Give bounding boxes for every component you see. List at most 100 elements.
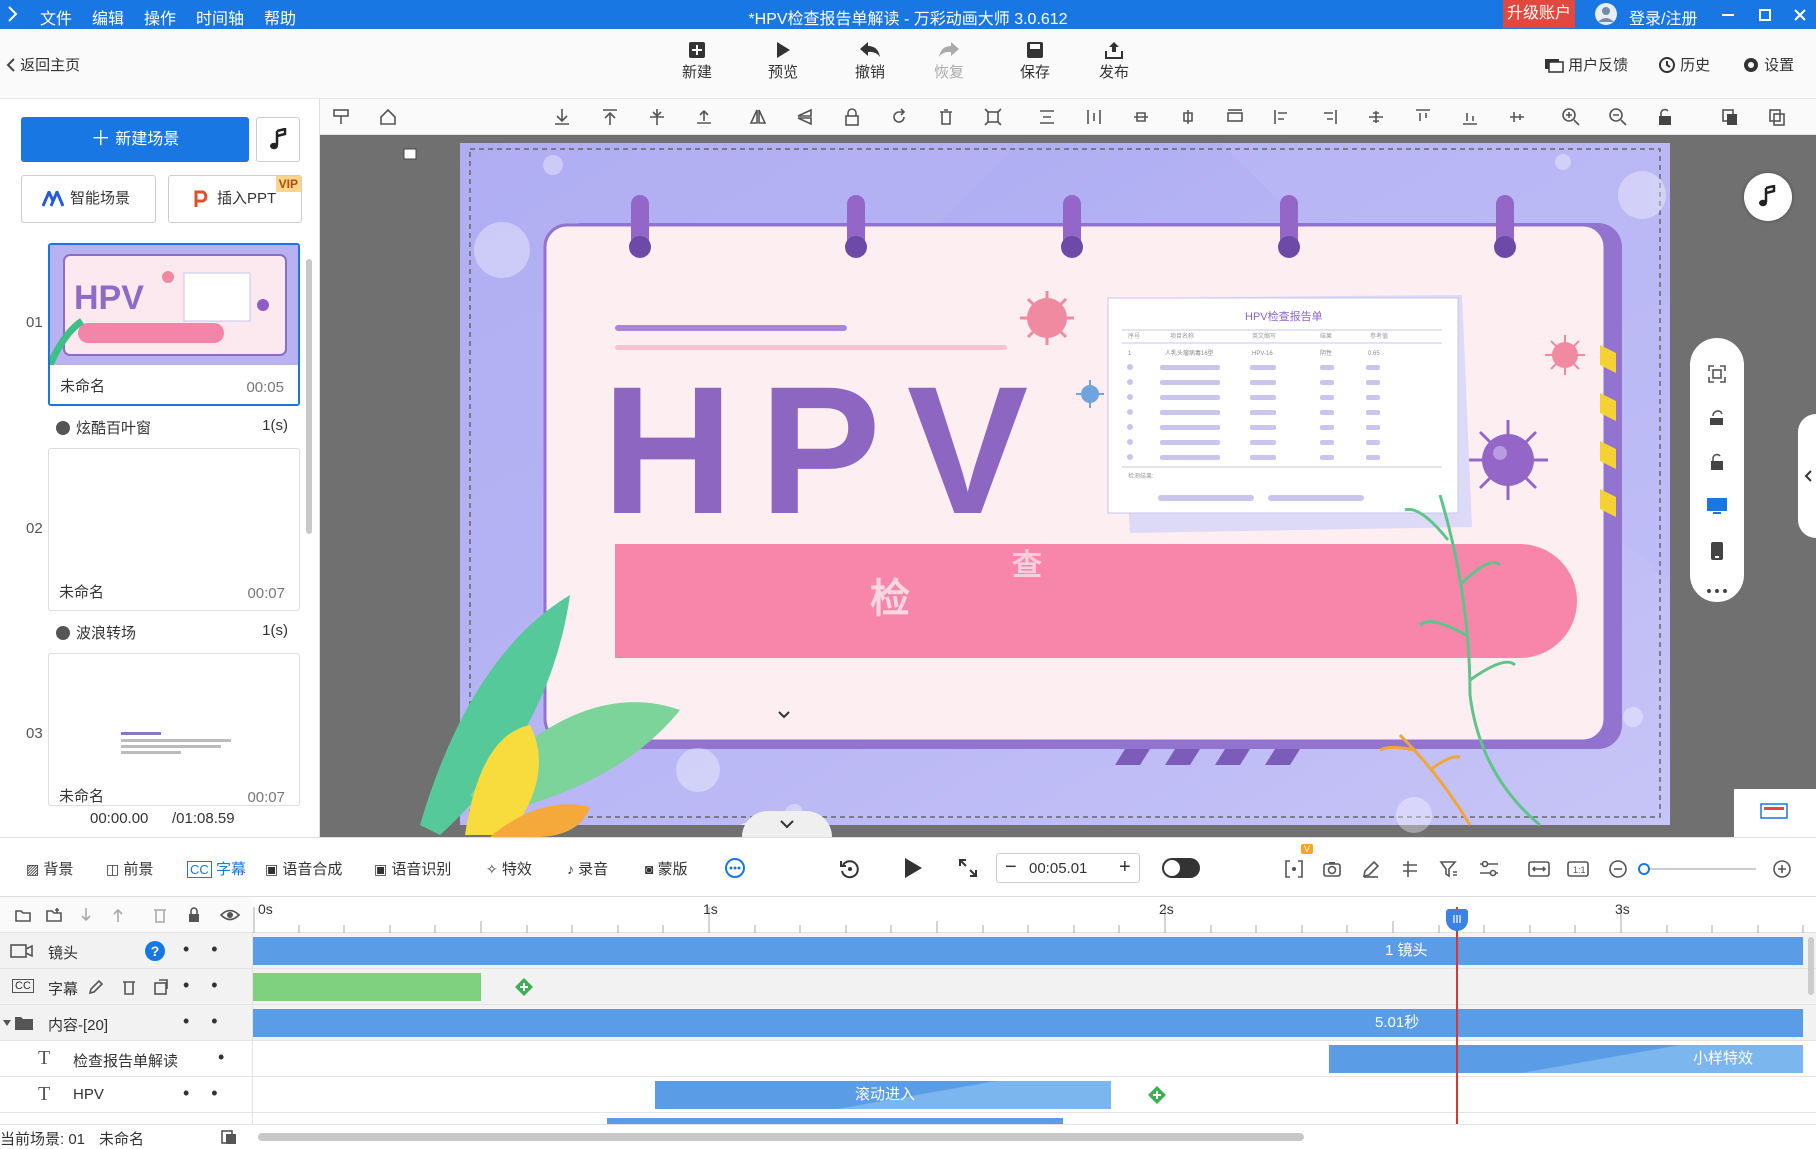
content-bar[interactable]: 5.01秒 — [253, 1009, 1803, 1037]
canvas-subtitle-bar[interactable] — [615, 544, 1577, 658]
align-left-icon[interactable] — [1272, 107, 1292, 127]
paste-icon[interactable] — [1767, 107, 1787, 127]
insert-ppt-button[interactable]: 插入PPT VIP — [168, 175, 302, 223]
align-up-icon[interactable] — [694, 107, 714, 127]
scene-card-03[interactable]: 未命名 00:07 — [48, 653, 300, 806]
align-h-center-icon[interactable] — [1366, 107, 1386, 127]
track-report-text[interactable]: T 检查报告单解读 • 小样特效 — [0, 1041, 1816, 1077]
current-time-input[interactable]: 00:05.01 — [1029, 860, 1087, 877]
filter-icon[interactable] — [1439, 859, 1459, 879]
delete-track-icon[interactable] — [151, 906, 169, 924]
settings-link[interactable]: 设置 — [1742, 54, 1794, 75]
flip-vertical-icon[interactable] — [795, 107, 815, 127]
stage[interactable]: HPV 检 查 HPV检查报告单 序号 项目名称 英文缩写 结果 参考值 1 人… — [320, 135, 1816, 837]
zoom-in-timeline-icon[interactable] — [1772, 859, 1792, 879]
report-card[interactable]: HPV检查报告单 序号 项目名称 英文缩写 结果 参考值 1 人乳头瘤病毒16型… — [1107, 295, 1472, 533]
more-icon[interactable] — [1706, 588, 1728, 594]
track-content-group[interactable]: 内容-[20] •• 5.01秒 — [0, 1005, 1816, 1041]
flip-horizontal-icon[interactable] — [748, 107, 768, 127]
edit-subtitle-icon[interactable] — [88, 979, 104, 995]
add-music-button[interactable] — [256, 117, 300, 162]
adjust-icon[interactable] — [1478, 859, 1500, 879]
rotate-icon[interactable] — [889, 107, 909, 127]
track-options-dots[interactable]: •• — [183, 1011, 240, 1032]
transition-item-2[interactable]: 波浪转场 1(s) — [56, 622, 296, 643]
subtitle-bar[interactable] — [253, 973, 481, 1001]
bgm-float-button[interactable] — [1744, 173, 1792, 221]
crop-icon[interactable] — [983, 107, 1003, 127]
replay-icon[interactable] — [838, 857, 862, 881]
fit-timeline-icon[interactable] — [1284, 859, 1304, 879]
increase-time-button[interactable]: + — [1119, 856, 1131, 879]
camera-icon[interactable] — [1322, 859, 1342, 879]
align-top-icon[interactable] — [600, 107, 620, 127]
foreground-tab[interactable]: ◫ 前景 — [106, 858, 153, 879]
track-subtitle[interactable]: CC 字幕 •• — [0, 969, 1816, 1005]
close-icon[interactable] — [1792, 7, 1808, 23]
sidebar-scrollbar[interactable] — [306, 259, 312, 534]
snap-toggle[interactable] — [1162, 858, 1200, 878]
playhead-line[interactable] — [1456, 907, 1458, 1149]
user-feedback-link[interactable]: 用户反馈 — [1544, 54, 1628, 75]
effects-tab[interactable]: ✧ 特效 — [486, 858, 532, 879]
undo-button[interactable]: 撤销 — [840, 41, 900, 82]
tts-tab[interactable]: ▣ 语音合成 — [265, 858, 342, 879]
lock-all-icon[interactable] — [185, 906, 203, 924]
track-options-dots[interactable]: •• — [183, 939, 240, 960]
zoom-out-icon[interactable] — [1608, 107, 1628, 127]
unlock-icon[interactable] — [1707, 452, 1727, 472]
same-width-icon[interactable] — [1225, 107, 1245, 127]
align-right-icon[interactable] — [1319, 107, 1339, 127]
zoom-out-timeline-icon[interactable] — [1608, 859, 1628, 879]
more-options-icon[interactable] — [724, 857, 746, 879]
mobile-display-icon[interactable] — [1708, 541, 1726, 561]
add-folder-icon[interactable] — [45, 906, 63, 924]
upgrade-account-button[interactable]: 升级账户 — [1503, 0, 1575, 28]
report-effect-bar[interactable]: 小样特效 — [1329, 1045, 1803, 1073]
mask-tab[interactable]: ◙ 蒙版 — [645, 858, 688, 879]
zoom-in-icon[interactable] — [1561, 107, 1581, 127]
distribute-v-icon[interactable] — [1084, 107, 1104, 127]
delete-icon[interactable] — [936, 107, 956, 127]
right-panel-toggle[interactable] — [1798, 414, 1816, 538]
add-keyframe-icon[interactable] — [514, 977, 534, 997]
delete-subtitle-icon[interactable] — [121, 979, 137, 995]
speech-recognition-tab[interactable]: ▣ 语音识别 — [374, 858, 451, 879]
rotate-object-icon[interactable] — [1707, 408, 1727, 428]
scene-list-icon[interactable] — [221, 1129, 237, 1145]
move-up-icon[interactable] — [109, 906, 127, 924]
zoom-slider[interactable] — [1638, 863, 1756, 875]
track-options-dots[interactable]: • — [218, 1047, 246, 1068]
playhead-handle[interactable] — [1446, 909, 1468, 931]
split-icon[interactable] — [1400, 859, 1420, 879]
canvas-title-hpv[interactable]: HPV — [602, 348, 1054, 552]
copy-icon[interactable] — [1720, 107, 1740, 127]
scene-card-02[interactable]: 未命名 00:07 — [48, 448, 300, 611]
timeline-v-scrollbar[interactable] — [1808, 937, 1814, 995]
publish-button[interactable]: 发布 — [1084, 41, 1144, 82]
import-subtitle-icon[interactable] — [153, 979, 169, 995]
align-center-icon[interactable] — [1178, 107, 1198, 127]
save-button[interactable]: 保存 — [1005, 41, 1065, 82]
play-icon[interactable] — [902, 856, 924, 880]
zoom-slider-handle[interactable] — [1638, 863, 1650, 875]
new-folder-icon[interactable] — [14, 906, 32, 924]
format-painter-icon[interactable] — [332, 107, 352, 127]
align-middle-icon[interactable] — [1131, 107, 1151, 127]
preview-button[interactable]: 预览 — [753, 41, 813, 82]
lock-icon[interactable] — [842, 107, 862, 127]
transition-item-1[interactable]: 炫酷百叶窗 1(s) — [56, 417, 296, 438]
move-down-icon[interactable] — [77, 906, 95, 924]
redo-button[interactable]: 恢复 — [919, 41, 979, 82]
caret-down-icon[interactable] — [2, 1018, 12, 1028]
fullscreen-icon[interactable] — [958, 858, 978, 878]
align-v-center-icon[interactable] — [647, 107, 667, 127]
maximize-icon[interactable] — [1757, 7, 1773, 23]
timeline-h-scrollbar[interactable] — [258, 1133, 1304, 1141]
hpv-effect-bar[interactable]: 滚动进入 — [655, 1081, 1111, 1109]
ratio-icon[interactable]: 1:1 — [1567, 859, 1589, 879]
camera-bar[interactable]: 1 镜头 — [253, 937, 1803, 965]
unlock-icon[interactable] — [1655, 107, 1675, 127]
help-icon[interactable]: ? — [145, 941, 165, 961]
subtitle-tab[interactable]: CC 字幕 — [187, 858, 246, 879]
